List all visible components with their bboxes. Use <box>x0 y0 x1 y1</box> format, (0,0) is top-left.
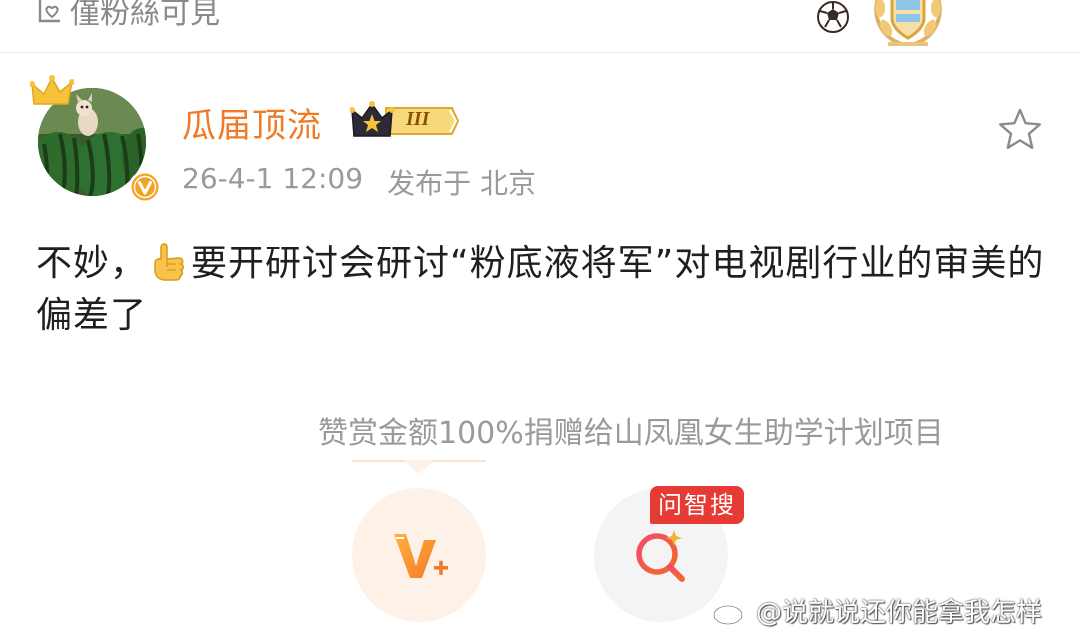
previous-post-footer: 僅粉絲可見 <box>0 0 1080 53</box>
weibo-logo-icon <box>712 598 750 625</box>
verified-badge-icon <box>129 171 161 203</box>
visibility-text: 僅粉絲可見 <box>70 0 220 31</box>
favorite-star-icon[interactable] <box>996 106 1044 154</box>
watermark: @说就说还你能拿我怎样 <box>712 592 1042 629</box>
reward-v-plus-icon <box>394 534 448 578</box>
badge-emblem-icon <box>858 0 958 52</box>
post-timestamp: 26-4-1 12:09 <box>182 162 364 195</box>
member-level-label: III <box>406 108 430 130</box>
soccer-icon <box>817 1 849 33</box>
post-meta: 26-4-1 12:09 发布于 北京 <box>182 162 536 202</box>
member-level-badge-icon[interactable] <box>350 100 460 142</box>
post-body-text-1: 不妙， <box>36 243 148 284</box>
ai-search-tag[interactable]: 问智搜 <box>650 486 744 524</box>
post-location: 发布于 北京 <box>387 167 536 200</box>
search-icon <box>636 530 685 582</box>
post-body: 不妙， 要开研讨会研讨“粉底液将军”对电视剧行业的审美的偏差了 <box>36 238 1046 342</box>
reward-caret-icon <box>404 460 434 474</box>
lock-heart-icon <box>38 0 60 23</box>
visibility-label: 僅粉絲可見 <box>36 0 220 32</box>
author-username[interactable]: 瓜届顶流 <box>182 98 322 147</box>
author-avatar-group[interactable] <box>30 74 161 204</box>
crown-decoration-icon <box>30 75 74 105</box>
reward-button[interactable] <box>352 488 486 622</box>
pointing-hand-icon <box>154 243 185 281</box>
watermark-text: @说就说还你能拿我怎样 <box>756 598 1043 628</box>
reward-description: 赞赏金额100%捐赠给山凤凰女生助学计划项目 <box>318 416 944 451</box>
